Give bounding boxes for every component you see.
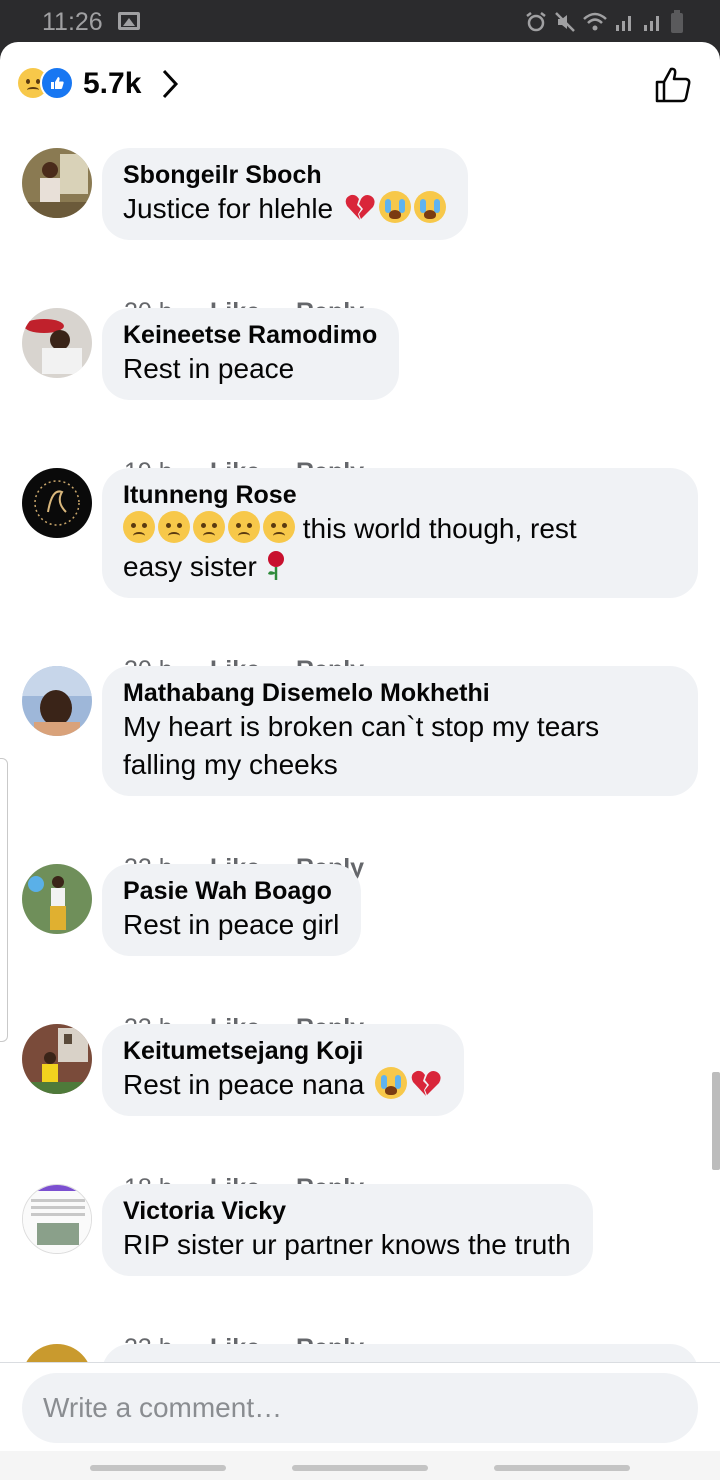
- avatar[interactable]: [22, 148, 92, 218]
- chevron-right-icon[interactable]: [160, 68, 180, 100]
- comment-author[interactable]: Sbongeilr Sboch: [123, 160, 446, 190]
- broken-heart-icon: [344, 191, 376, 223]
- mute-icon: [555, 12, 575, 32]
- avatar[interactable]: [22, 864, 92, 934]
- sad-face-icon: [263, 511, 295, 543]
- comment-author[interactable]: Keineetse Ramodimo: [123, 320, 377, 350]
- reaction-count[interactable]: 5.7k: [83, 67, 141, 101]
- avatar[interactable]: [22, 468, 92, 538]
- comment-text: Rest in peace girl: [123, 909, 340, 940]
- avatar[interactable]: [22, 1184, 92, 1254]
- comment-author[interactable]: Victoria Vicky: [123, 1196, 571, 1226]
- nav-back-button[interactable]: [494, 1465, 630, 1471]
- wifi-icon: [583, 12, 607, 31]
- status-icons: [524, 10, 684, 34]
- comment-bubble[interactable]: Pasie Wah Boago Rest in peace girl: [102, 864, 362, 956]
- battery-icon: [671, 10, 683, 33]
- crying-face-icon: [375, 1067, 408, 1099]
- like-reaction-icon: [40, 66, 74, 100]
- comment-bubble[interactable]: Mathabang Disemelo Mokhethi My heart is …: [102, 666, 698, 796]
- comment-bubble[interactable]: Keitumetsejang Koji Rest in peace nana: [102, 1024, 465, 1116]
- signal-icon: [616, 16, 631, 31]
- comment-bubble[interactable]: Victoria Vicky RIP sister ur partner kno…: [102, 1184, 593, 1276]
- comment-text: this world though, rest easy sister: [123, 511, 577, 582]
- nav-home-button[interactable]: [292, 1465, 428, 1471]
- reaction-header[interactable]: 5.7k: [0, 42, 720, 126]
- broken-heart-icon: [410, 1067, 442, 1099]
- navigation-bar: [0, 1451, 720, 1480]
- nav-recents-button[interactable]: [90, 1465, 226, 1471]
- comment-text: Rest in peace: [123, 353, 295, 384]
- rose-icon: [260, 549, 292, 581]
- comment-text: Rest in peace nana: [123, 1066, 442, 1104]
- status-bar: 11:26: [0, 0, 720, 46]
- sad-face-icon: [123, 511, 155, 543]
- comment-author[interactable]: Pasie Wah Boago: [123, 876, 339, 906]
- scrollbar[interactable]: [712, 1072, 720, 1170]
- comments-sheet: 5.7k Sbongeilr Sboch Justice for hlehle …: [0, 42, 720, 1480]
- comment-text: RIP sister ur partner knows the truth: [123, 1229, 571, 1260]
- edge-panel-handle[interactable]: [0, 758, 8, 1042]
- gallery-icon: [118, 12, 140, 30]
- avatar[interactable]: [22, 666, 92, 736]
- comment-bubble[interactable]: Itunneng Rose this world though, rest eas…: [102, 468, 698, 598]
- signal-icon: [644, 16, 659, 31]
- sad-face-icon: [158, 511, 190, 543]
- alarm-icon: [526, 12, 546, 32]
- thumbs-up-icon[interactable]: [654, 66, 692, 104]
- comment-text: Justice for hlehle: [123, 190, 446, 228]
- comment-author[interactable]: Keitumetsejang Koji: [123, 1036, 442, 1066]
- comment-bubble[interactable]: Sbongeilr Sboch Justice for hlehle: [102, 148, 468, 240]
- comment-author[interactable]: Mathabang Disemelo Mokhethi: [123, 678, 676, 708]
- comment-composer: [0, 1362, 720, 1480]
- comment-input[interactable]: [22, 1373, 698, 1443]
- comment-author[interactable]: Itunneng Rose: [123, 480, 676, 510]
- crying-face-icon: [413, 191, 446, 223]
- avatar[interactable]: [22, 308, 92, 378]
- sad-face-icon: [193, 511, 225, 543]
- avatar[interactable]: [22, 1024, 92, 1094]
- sad-face-icon: [228, 511, 260, 543]
- comment-bubble[interactable]: Keineetse Ramodimo Rest in peace: [102, 308, 400, 400]
- reaction-icons: [18, 66, 78, 100]
- status-time: 11:26: [42, 8, 103, 36]
- crying-face-icon: [378, 191, 411, 223]
- comment-text: My heart is broken can`t stop my tears fa…: [123, 711, 600, 780]
